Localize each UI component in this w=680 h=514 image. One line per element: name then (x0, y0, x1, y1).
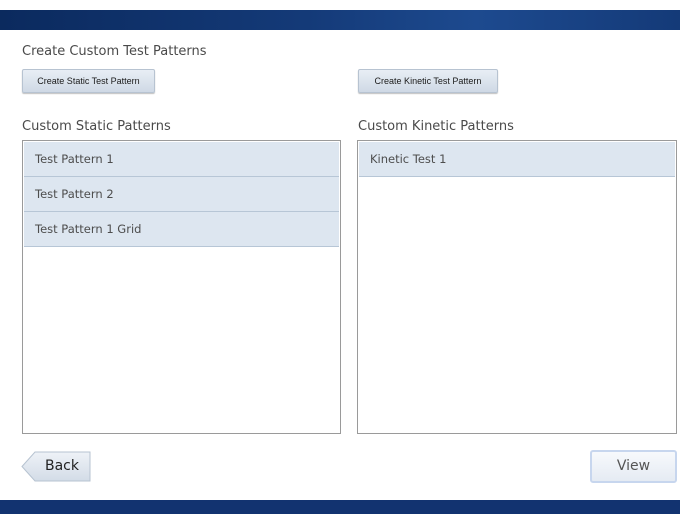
kinetic-patterns-label: Custom Kinetic Patterns (358, 119, 514, 134)
static-pattern-item[interactable]: Test Pattern 1 Grid (24, 212, 339, 247)
back-button-label: Back (45, 458, 79, 474)
view-button[interactable]: View (590, 450, 677, 483)
main-panel: Create Custom Test Patterns Create Stati… (7, 30, 680, 499)
top-banner (0, 10, 680, 30)
static-pattern-item[interactable]: Test Pattern 2 (24, 177, 339, 212)
bottom-banner (0, 500, 680, 514)
static-patterns-list[interactable]: Test Pattern 1 Test Pattern 2 Test Patte… (22, 140, 341, 434)
static-patterns-label: Custom Static Patterns (22, 119, 171, 134)
kinetic-patterns-list[interactable]: Kinetic Test 1 (357, 140, 677, 434)
page-title: Create Custom Test Patterns (22, 44, 207, 59)
create-static-pattern-button[interactable]: Create Static Test Pattern (22, 69, 155, 93)
kinetic-pattern-item[interactable]: Kinetic Test 1 (359, 142, 675, 177)
back-button[interactable]: Back (21, 451, 91, 482)
static-pattern-item[interactable]: Test Pattern 1 (24, 142, 339, 177)
create-kinetic-pattern-button[interactable]: Create Kinetic Test Pattern (358, 69, 498, 93)
